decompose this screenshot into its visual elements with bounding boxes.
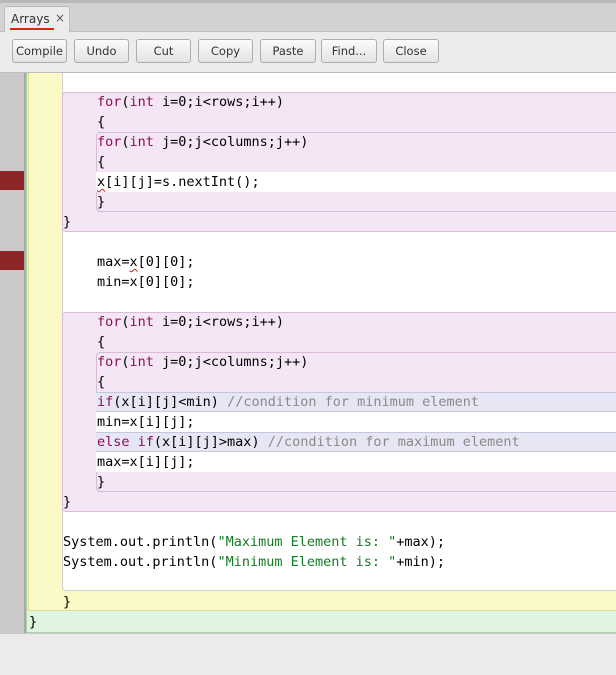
code-line: } [63,494,72,510]
keyword: for [97,134,122,150]
undo-button[interactable]: Undo [74,39,129,63]
tab-bar: Arrays × [0,3,616,32]
keyword: if [97,394,114,410]
copy-button[interactable]: Copy [198,39,253,63]
string-literal: "Maximum Element is: " [217,534,397,550]
close-button[interactable]: Close [383,39,439,63]
code-line: min=x[i][j]; [97,414,195,430]
code-line: if(x[i][j]<min) //condition for minimum … [97,394,480,410]
code-editor[interactable]: for(int i=0;i<rows;i++) { for(int j=0;j<… [0,73,616,633]
toolbar: Compile Undo Cut Copy Paste Find... Clos… [0,32,616,73]
keyword: int [129,354,154,370]
status-bar [0,633,616,675]
code-line: } [63,594,72,610]
keyword: else if [97,434,154,450]
code-line: } [97,474,106,490]
code-line: { [97,374,106,390]
code-line: { [97,114,106,130]
paste-button[interactable]: Paste [260,39,316,63]
spelling-error: x [97,174,106,190]
code-line: } [97,194,106,210]
tab-active-indicator [10,28,54,30]
breakpoint-marker[interactable] [0,171,24,190]
close-icon[interactable]: × [55,11,65,25]
code-line: } [29,614,38,630]
tab-arrays[interactable]: Arrays × [4,6,70,32]
code-line: System.out.println("Minimum Element is: … [63,554,446,570]
keyword: for [97,354,122,370]
find-button[interactable]: Find... [321,39,377,63]
keyword: for [97,94,122,110]
code-line: for(int j=0;j<columns;j++) [97,354,309,370]
keyword: for [97,314,122,330]
code-line: max=x[i][j]; [97,454,195,470]
gutter-divider [24,73,26,633]
code-line: for(int i=0;i<rows;i++) [97,314,284,330]
comment: //condition for maximum element [267,434,520,450]
code-line: { [97,154,106,170]
code-line: System.out.println("Maximum Element is: … [63,534,446,550]
spelling-error: x [129,254,138,270]
comment: //condition for minimum element [227,394,480,410]
string-literal: "Minimum Element is: " [217,554,397,570]
compile-button[interactable]: Compile [12,39,67,63]
code-line: } [63,214,72,230]
keyword: int [129,314,154,330]
breakpoint-marker[interactable] [0,251,24,270]
cut-button[interactable]: Cut [136,39,191,63]
tab-label: Arrays [11,12,50,26]
keyword: int [129,134,154,150]
code-line: { [97,334,106,350]
code-line: min=x[0][0]; [97,274,195,290]
editor-gutter[interactable] [0,73,24,633]
code-line: max=x[0][0]; [97,254,195,270]
code-line: for(int i=0;i<rows;i++) [97,94,284,110]
code-line: else if(x[i][j]>max) //condition for max… [97,434,520,450]
keyword: int [129,94,154,110]
code-line: x[i][j]=s.nextInt(); [97,174,260,190]
code-line: for(int j=0;j<columns;j++) [97,134,309,150]
